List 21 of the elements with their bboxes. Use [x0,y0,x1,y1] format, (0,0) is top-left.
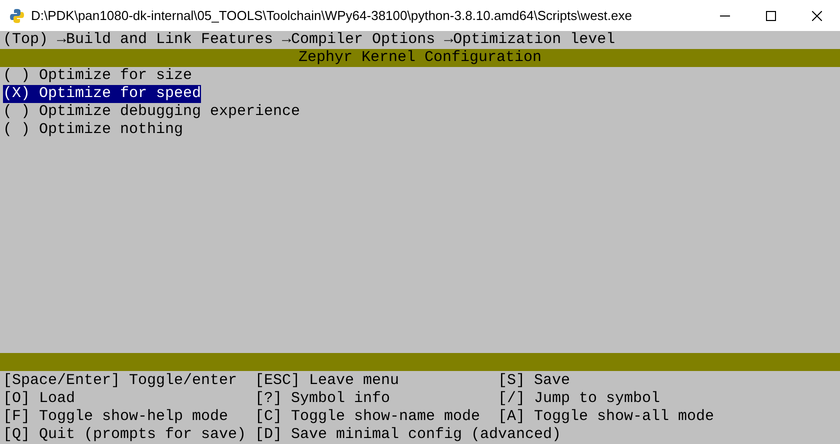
header-title: Zephyr Kernel Configuration [298,49,542,67]
key-hint: [Space/Enter] Toggle/enter [3,372,238,390]
window-title: D:\PDK\pan1080-dk-internal\05_TOOLS\Toolchain\WPy64-38100\python-3.8.10.amd64\Scripts\west.exe [31,6,632,25]
key-hint: [S] Save [498,372,570,390]
key-hint: [A] Toggle show-all mode [498,408,714,426]
key-hint: [?] Symbol info [255,390,392,408]
key-hint: [F] Toggle show-help mode [3,408,230,426]
key-hint: [ESC] Leave menu [255,372,400,390]
breadcrumb-path: (Top) →Build and Link Features →Compiler Options →Optimization level [3,31,616,48]
python-icon [9,8,25,24]
menu-option[interactable]: ( ) Optimize nothing [3,121,184,139]
key-hint: [D] Save minimal config (advanced) [255,426,562,444]
key-hint: [/] Jump to symbol [498,390,660,408]
maximize-icon [766,10,776,20]
menu-option[interactable]: ( ) Optimize for size [3,67,192,85]
key-hint: [C] Toggle show-name mode [255,408,482,426]
key-hint: [Q] Quit (prompts for save) [3,426,248,444]
key-hint: [O] Load [3,390,76,408]
menu-option[interactable]: (X) Optimize for speed [3,85,202,103]
menu-option[interactable]: ( ) Optimize debugging experience [3,103,300,121]
close-icon [812,10,822,20]
